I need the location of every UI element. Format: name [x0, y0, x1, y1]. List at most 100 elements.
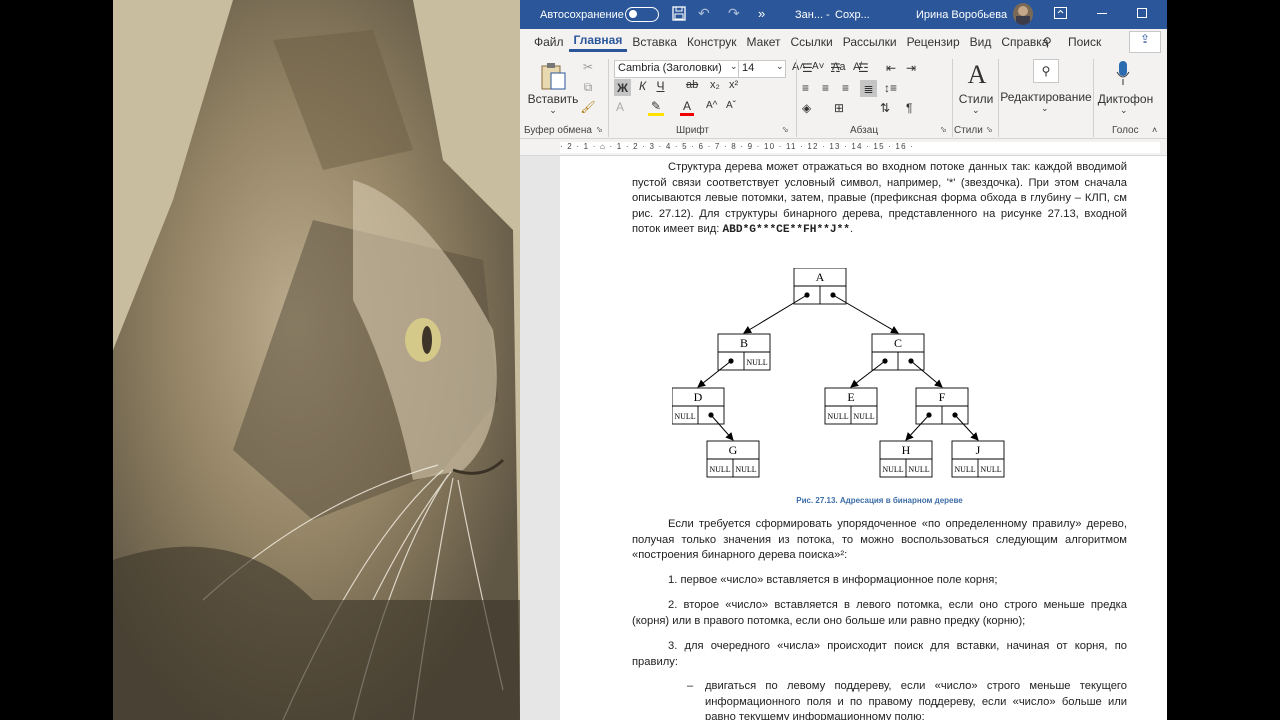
autosave-label: Автосохранение [540, 8, 624, 21]
text-effects-icon[interactable]: A [616, 100, 624, 114]
tab-references[interactable]: Ссылки [785, 35, 837, 49]
bold-button[interactable]: Ж [614, 79, 631, 96]
align-center-icon[interactable]: ≡ [822, 81, 829, 95]
superscript-icon[interactable]: x² [729, 79, 738, 91]
tree-edge [832, 294, 899, 334]
null-pointer: NULL [746, 358, 767, 367]
tree-node-G: G NULL NULL [706, 440, 760, 478]
maximize-icon[interactable] [1137, 8, 1147, 18]
show-marks-icon[interactable]: ¶ [906, 101, 912, 115]
numbering-icon[interactable]: ☷ [830, 61, 841, 75]
decrease-indent-icon[interactable]: ⇤ [886, 61, 896, 75]
pointer-dot [708, 412, 714, 418]
justify-icon[interactable]: ≣ [860, 80, 877, 97]
multilevel-list-icon[interactable]: ☲ [858, 61, 869, 75]
subscript-icon[interactable]: x₂ [710, 79, 720, 91]
document-page[interactable]: Структура дерева может отражаться во вхо… [560, 156, 1167, 720]
font-group-label: Шрифт [676, 125, 709, 136]
user-name[interactable]: Ирина Воробьева [916, 9, 1007, 21]
chevron-down-icon[interactable]: ⌄ [548, 105, 558, 116]
dictate-label[interactable]: Диктофон [1098, 92, 1153, 106]
tab-design[interactable]: Конструк [682, 35, 742, 49]
save-state: Сохр... [835, 8, 870, 21]
grow-icon[interactable]: A^ [706, 100, 717, 111]
italic-button[interactable]: К [635, 79, 650, 93]
dash-bullet: – [687, 680, 694, 692]
ruler: · 2 · 1 · ⌂ · 1 · 2 · 3 · 4 · 5 · 6 · 7 … [520, 139, 1167, 156]
clipboard-group-label: Буфер обмена [524, 125, 592, 136]
bullets-icon[interactable]: ☰ [802, 61, 813, 75]
font-dialog-icon[interactable]: ⬂ [782, 125, 789, 134]
sort-icon[interactable]: ⇅ [880, 101, 890, 115]
editing-chevron-icon[interactable]: ⌄ [1041, 103, 1049, 114]
underline-button[interactable]: Ч [653, 79, 668, 93]
undo-icon[interactable]: ↶ [698, 5, 710, 22]
shrink-icon[interactable]: Aˇ [726, 100, 736, 111]
ribbon-display-icon[interactable] [1054, 7, 1067, 22]
tree-edge [910, 360, 943, 388]
search-icon[interactable]: ⚲ [1043, 35, 1052, 49]
node-label: C [894, 336, 902, 350]
dialog-launcher-icon[interactable]: ⬂ [596, 125, 603, 134]
tab-mailings[interactable]: Рассылки [838, 35, 902, 49]
styles-icon[interactable]: A [960, 60, 994, 89]
document-title: Зан... [795, 8, 824, 21]
right-black-bar [1167, 0, 1280, 720]
tab-review[interactable]: Рецензир [902, 35, 965, 49]
cat-image [113, 0, 520, 720]
shading-icon[interactable]: ◈ [802, 101, 811, 115]
tab-file[interactable]: Файл [529, 35, 569, 49]
null-pointer: NULL [827, 412, 848, 421]
search-label[interactable]: Поиск [1068, 35, 1101, 49]
ribbon-tabs: Файл Главная Вставка Конструк Макет Ссыл… [520, 29, 1167, 55]
cut-icon[interactable]: ✂ [580, 60, 596, 74]
highlight-icon[interactable]: ✎ [648, 99, 664, 116]
tab-home[interactable]: Главная [568, 33, 628, 52]
null-pointer: NULL [853, 412, 874, 421]
redo-icon[interactable]: ↷ [728, 5, 740, 22]
font-color-icon[interactable]: A [680, 99, 694, 116]
share-button[interactable]: ⇪ [1129, 31, 1161, 53]
pointer-dot [728, 358, 734, 364]
dictate-chevron-icon[interactable]: ⌄ [1120, 105, 1128, 116]
minimize-icon[interactable] [1097, 13, 1107, 14]
size-dropdown-icon[interactable]: ⌄ [776, 61, 784, 72]
tree-edge [954, 414, 979, 441]
paste-label[interactable]: Вставить [528, 92, 579, 106]
tree-edge [710, 414, 734, 441]
avatar[interactable] [1013, 3, 1033, 25]
find-icon[interactable]: ⚲ [1033, 59, 1059, 83]
more-commands-icon[interactable]: » [758, 6, 765, 21]
editing-label[interactable]: Редактирование [1000, 90, 1091, 104]
styles-label[interactable]: Стили [956, 92, 996, 106]
increase-indent-icon[interactable]: ⇥ [906, 61, 916, 75]
ribbon: Вставить ⌄ ✂ ⧉ 🖌 Буфер обмена ⬂ Cambria … [520, 55, 1167, 139]
paragraph-dialog-icon[interactable]: ⬂ [940, 125, 947, 134]
tree-node-E: E NULL NULL [824, 387, 878, 425]
font-dropdown-icon[interactable]: ⌄ [730, 61, 738, 72]
align-right-icon[interactable]: ≡ [842, 81, 849, 95]
shrink-font-icon[interactable]: A˅ [812, 61, 825, 72]
autosave-toggle[interactable] [625, 7, 659, 22]
tab-insert[interactable]: Вставка [627, 35, 682, 49]
tree-node-F: F [915, 387, 969, 425]
screen: Автосохранение ↶ ↷ » Зан... - Сохр... Ир… [0, 0, 1280, 720]
save-icon[interactable] [672, 6, 686, 24]
tab-layout[interactable]: Макет [742, 35, 786, 49]
collapse-ribbon-icon[interactable]: ˄ [1152, 125, 1157, 135]
copy-icon[interactable]: ⧉ [580, 80, 596, 95]
ruler-marks[interactable]: · 2 · 1 · ⌂ · 1 · 2 · 3 · 4 · 5 · 6 · 7 … [560, 142, 1160, 153]
microphone-icon[interactable] [1116, 60, 1130, 86]
strikethrough-icon[interactable]: ab [686, 79, 698, 91]
clipboard-icon[interactable] [538, 61, 568, 91]
styles-chevron-icon[interactable]: ⌄ [972, 105, 980, 116]
format-painter-icon[interactable]: 🖌 [580, 100, 596, 114]
align-left-icon[interactable]: ≡ [802, 81, 809, 95]
borders-icon[interactable]: ⊞ [834, 101, 844, 115]
styles-dialog-icon[interactable]: ⬂ [986, 125, 993, 134]
tree-node-H: H NULL NULL [879, 440, 933, 478]
figure-caption: Рис. 27.13. Адресация в бинарном дереве [796, 496, 963, 505]
tab-view[interactable]: Вид [965, 35, 997, 49]
font-name-field[interactable]: Cambria (Заголовки) [614, 60, 739, 78]
line-spacing-icon[interactable]: ↕≡ [884, 81, 897, 95]
